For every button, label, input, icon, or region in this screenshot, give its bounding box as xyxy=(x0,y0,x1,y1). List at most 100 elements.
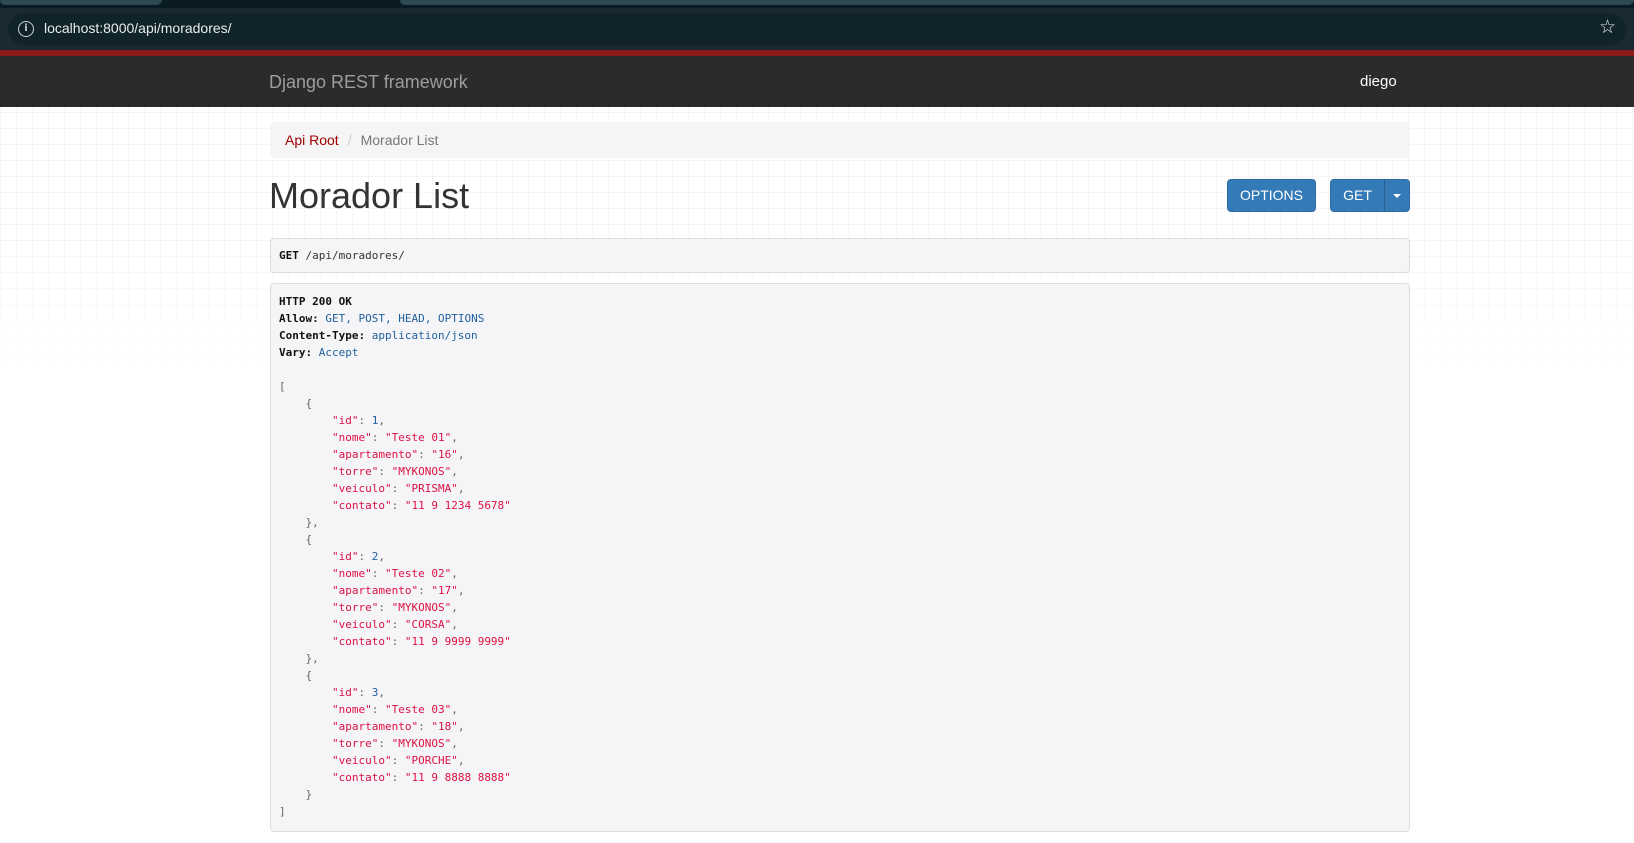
json-key: "contato" xyxy=(331,771,392,784)
json-colon: : xyxy=(418,448,432,461)
breadcrumb-item-api-root[interactable]: Api Root xyxy=(285,132,339,148)
navbar-brand[interactable]: Django REST framework xyxy=(269,72,468,93)
header-name: Vary: xyxy=(279,346,313,359)
json-string: "Teste 02" xyxy=(384,567,452,580)
json-line: }, xyxy=(279,514,1401,531)
json-string: "18" xyxy=(431,720,458,733)
json-line: "torre": "MYKONOS", xyxy=(279,463,1401,480)
json-brace: { xyxy=(305,397,313,410)
browser-tab-strip xyxy=(0,0,1634,8)
json-comma: , xyxy=(457,482,465,495)
caret-down-icon xyxy=(1393,194,1401,199)
response-header: Content-Type: application/json xyxy=(279,327,1401,344)
json-colon: : xyxy=(418,720,432,733)
browser-tab-active[interactable] xyxy=(400,0,1634,5)
json-line: "veiculo": "PRISMA", xyxy=(279,480,1401,497)
browser-toolbar: i localhost:8000/api/moradores/ ☆ xyxy=(0,8,1634,50)
json-comma: , xyxy=(451,465,458,478)
url-text[interactable]: localhost:8000/api/moradores/ xyxy=(44,20,232,36)
json-key: "id" xyxy=(331,550,359,563)
json-brace: { xyxy=(305,669,313,682)
json-comma: , xyxy=(451,601,458,614)
json-line: ] xyxy=(279,803,1401,820)
json-key: "veiculo" xyxy=(331,754,392,767)
star-outline-icon[interactable]: ☆ xyxy=(1599,16,1616,38)
json-colon: : xyxy=(358,550,372,563)
get-format-dropdown-button[interactable] xyxy=(1384,179,1410,212)
json-key: "nome" xyxy=(331,567,372,580)
json-brace: }, xyxy=(305,516,319,529)
get-button[interactable]: GET xyxy=(1330,179,1385,212)
json-key: "contato" xyxy=(331,635,392,648)
options-button[interactable]: OPTIONS xyxy=(1227,179,1316,212)
browser-tab[interactable] xyxy=(0,0,162,5)
json-line: "id": 1, xyxy=(279,412,1401,429)
json-comma: , xyxy=(457,448,465,461)
json-key: "apartamento" xyxy=(331,584,419,597)
info-circle-icon[interactable]: i xyxy=(18,21,34,37)
json-comma: , xyxy=(378,686,385,699)
json-key: "apartamento" xyxy=(331,448,419,461)
header-value: application/json xyxy=(365,329,478,342)
navbar: Django REST framework diego xyxy=(0,56,1634,107)
json-line: "veiculo": "PORCHE", xyxy=(279,752,1401,769)
json-colon: : xyxy=(378,601,392,614)
json-line: { xyxy=(279,395,1401,412)
json-colon: : xyxy=(391,482,405,495)
json-line: "contato": "11 9 8888 8888" xyxy=(279,769,1401,786)
json-colon: : xyxy=(391,771,405,784)
user-menu[interactable]: diego xyxy=(1360,73,1397,90)
json-brace: }, xyxy=(305,652,319,665)
json-key: "veiculo" xyxy=(331,618,392,631)
json-string: "MYKONOS" xyxy=(391,465,452,478)
json-comma: , xyxy=(451,618,458,631)
json-brace: } xyxy=(305,788,313,801)
json-string: "Teste 01" xyxy=(384,431,452,444)
address-bar[interactable]: i localhost:8000/api/moradores/ ☆ xyxy=(8,13,1626,45)
json-brace: { xyxy=(305,533,313,546)
json-line: "apartamento": "17", xyxy=(279,582,1401,599)
json-colon: : xyxy=(378,465,392,478)
response-status: HTTP 200 OK xyxy=(279,295,352,308)
json-string: "16" xyxy=(431,448,458,461)
json-key: "torre" xyxy=(331,601,379,614)
json-colon: : xyxy=(418,584,432,597)
json-string: "MYKONOS" xyxy=(391,601,452,614)
json-bracket: ] xyxy=(279,805,286,818)
json-comma: , xyxy=(378,550,385,563)
json-line: "torre": "MYKONOS", xyxy=(279,599,1401,616)
json-key: "torre" xyxy=(331,737,379,750)
json-colon: : xyxy=(391,499,405,512)
json-string: "MYKONOS" xyxy=(391,737,452,750)
json-colon: : xyxy=(391,635,405,648)
json-line: "veiculo": "CORSA", xyxy=(279,616,1401,633)
json-colon: : xyxy=(391,618,405,631)
response-header: Allow: GET, POST, HEAD, OPTIONS xyxy=(279,310,1401,327)
json-colon: : xyxy=(371,567,385,580)
json-comma: , xyxy=(457,754,465,767)
json-string: "11 9 1234 5678" xyxy=(404,499,511,512)
header-name: Allow: xyxy=(279,312,319,325)
json-line: { xyxy=(279,531,1401,548)
json-line: "apartamento": "18", xyxy=(279,718,1401,735)
json-line: [ xyxy=(279,378,1401,395)
json-line: { xyxy=(279,667,1401,684)
json-comma: , xyxy=(457,584,465,597)
response-info: HTTP 200 OK Allow: GET, POST, HEAD, OPTIO… xyxy=(270,283,1410,832)
breadcrumb-separator: / xyxy=(347,132,352,148)
json-colon: : xyxy=(378,737,392,750)
json-colon: : xyxy=(371,431,385,444)
